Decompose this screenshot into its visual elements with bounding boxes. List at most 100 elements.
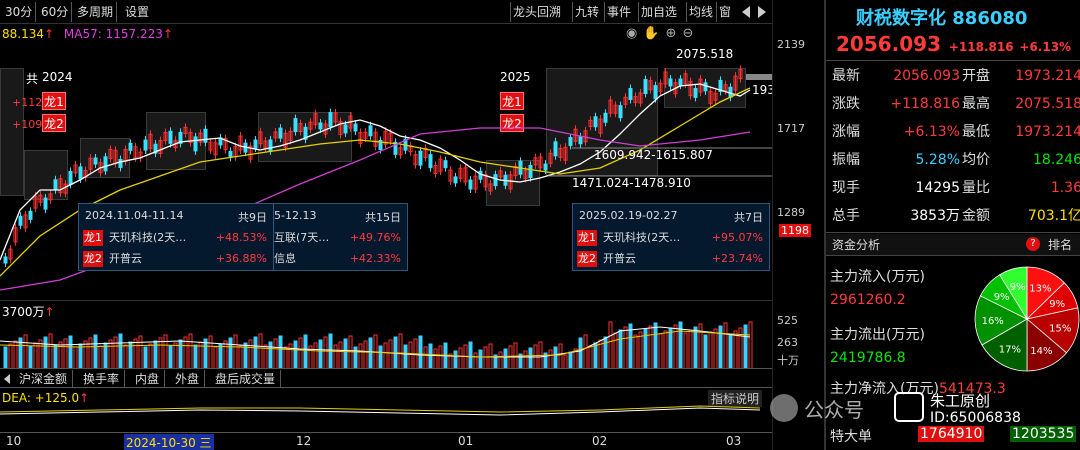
tab-outer-volume[interactable]: 外盘 bbox=[170, 370, 206, 388]
collapse-left-icon[interactable] bbox=[742, 6, 750, 18]
volume-bar bbox=[483, 346, 488, 369]
tab-30min[interactable]: 30分 bbox=[2, 2, 37, 22]
popup-stock-name: 信息 bbox=[274, 252, 296, 265]
volume-bar bbox=[553, 346, 558, 369]
volume-bar bbox=[398, 333, 403, 369]
volume-bar bbox=[8, 343, 13, 369]
macd-pane[interactable]: DEA: +125.0↑ 指标说明 bbox=[0, 388, 772, 432]
volume-bar bbox=[23, 334, 28, 369]
candle bbox=[278, 127, 283, 139]
volume-bar bbox=[718, 325, 723, 369]
quote-value: 5.28% bbox=[915, 152, 960, 168]
volume-bar bbox=[728, 333, 733, 369]
scroll-left-icon[interactable] bbox=[4, 374, 10, 384]
quote-label: 金额 bbox=[962, 208, 990, 224]
dragon-head-review-button[interactable]: 龙头回溯 bbox=[510, 2, 563, 22]
volume-bar bbox=[618, 329, 623, 369]
volume-bar bbox=[143, 346, 148, 369]
rank-tab[interactable]: 排名 bbox=[1048, 236, 1072, 253]
tab-multi-period[interactable]: 多周期 bbox=[74, 2, 118, 22]
candle bbox=[453, 176, 458, 184]
quote-value: 3853万 bbox=[910, 208, 960, 224]
volume-bar bbox=[133, 338, 138, 369]
volume-bar bbox=[703, 334, 708, 369]
zoom-in-icon[interactable]: ⊕ bbox=[666, 26, 683, 41]
volume-bar bbox=[323, 336, 328, 369]
volume-bar bbox=[383, 342, 388, 369]
window-button[interactable]: 窗 bbox=[716, 2, 733, 22]
candle bbox=[618, 105, 623, 119]
candle bbox=[368, 125, 373, 137]
quote-row: 总手 3853万 金额 703.1亿 bbox=[832, 204, 1080, 228]
leader-popup[interactable]: 2024.11.04-11.14 共9日 龙1 天玑科技(2天… +48.53% 龙2… bbox=[78, 203, 274, 271]
zoom-out-icon[interactable]: ⊖ bbox=[682, 26, 699, 41]
candle bbox=[428, 154, 433, 169]
volume-bar bbox=[43, 336, 48, 369]
nine-turn-button[interactable]: 九转 bbox=[572, 2, 601, 22]
moving-average-button[interactable]: 均线 bbox=[686, 2, 715, 22]
volume-bar bbox=[403, 344, 408, 369]
volume-bar bbox=[563, 354, 568, 369]
volume-bar bbox=[68, 335, 73, 369]
axis-tick: 2139 bbox=[777, 38, 805, 51]
volume-bar bbox=[83, 340, 88, 369]
candle bbox=[418, 150, 423, 166]
candle bbox=[193, 136, 198, 152]
hand-icon[interactable]: ✋ bbox=[643, 26, 665, 41]
quote-label: 涨幅 bbox=[832, 124, 860, 140]
candle bbox=[93, 157, 98, 165]
popup-stock-pct: +48.53% bbox=[215, 231, 267, 244]
x-label: 01 bbox=[458, 434, 474, 448]
volume-bar bbox=[498, 351, 503, 369]
volume-bar bbox=[228, 337, 233, 369]
volume-bar bbox=[223, 340, 228, 369]
volume-bar bbox=[268, 341, 273, 369]
tab-after-hours-volume[interactable]: 盘后成交量 bbox=[210, 370, 282, 388]
main-inflow-label: 主力流入(万元) bbox=[830, 269, 925, 285]
quote-value: 18.246 bbox=[1033, 152, 1080, 168]
quote-row: 涨跌 +118.816 最高 2075.518 bbox=[832, 92, 1080, 116]
main-inflow-value: 2961260.2 bbox=[830, 292, 906, 308]
tab-inner-volume[interactable]: 内盘 bbox=[130, 370, 166, 388]
ma57-value: 1157.223 bbox=[105, 27, 163, 41]
candle bbox=[593, 116, 598, 128]
leader-popup[interactable]: 2025.02.19-02.27 共7日 龙1 天玑科技(2天… +95.07% 龙2… bbox=[572, 203, 770, 271]
volume-bar bbox=[743, 324, 748, 369]
main-outflow-value: 2419786.8 bbox=[830, 350, 906, 366]
tab-turnover[interactable]: 换手率 bbox=[78, 370, 126, 388]
candle bbox=[553, 141, 558, 157]
tab-60min[interactable]: 60分 bbox=[38, 2, 73, 22]
quote-value: 2056.093 bbox=[893, 68, 960, 84]
collapse-right-icon[interactable] bbox=[758, 6, 766, 18]
eye-icon[interactable]: ◉ bbox=[626, 26, 643, 41]
volume-bar bbox=[638, 331, 643, 369]
range-label-2: 1471.024-1478.910 bbox=[572, 176, 691, 190]
pie-label: 15% bbox=[1049, 323, 1071, 334]
quote-value: 1973.214 bbox=[1015, 68, 1080, 84]
volume-pane[interactable]: 3700万↑ bbox=[0, 300, 772, 369]
event-button[interactable]: 事件 bbox=[604, 2, 633, 22]
volume-bar bbox=[103, 342, 108, 369]
stock-code: 886080 bbox=[952, 8, 1028, 29]
tab-settings[interactable]: 设置 bbox=[122, 2, 152, 22]
watermark-id: ID:65006838 bbox=[930, 410, 1021, 426]
candle bbox=[68, 171, 73, 186]
wechat-icon bbox=[770, 394, 798, 422]
axis-tick: 1717 bbox=[777, 122, 805, 135]
add-watchlist-button[interactable]: 加自选 bbox=[638, 2, 679, 22]
help-icon[interactable]: ? bbox=[1026, 237, 1040, 251]
popup-stock-name: 开普云 bbox=[109, 252, 142, 265]
candle bbox=[28, 210, 33, 220]
leader-popup[interactable]: 5-12.13 共15日 互联(7天… +49.76% 信息 +42.33% bbox=[274, 203, 408, 271]
volume-bar bbox=[408, 341, 413, 369]
candle bbox=[343, 124, 348, 134]
candle bbox=[293, 118, 298, 133]
candle bbox=[578, 136, 583, 145]
fund-pie-chart[interactable]: 13%9%15%14%17%16%9%9% bbox=[972, 264, 1080, 374]
chart-area[interactable]: 30分 60分 多周期 设置 龙头回溯 九转 事件 加自选 均线 窗 88.13… bbox=[0, 0, 772, 450]
quote-label: 最低 bbox=[962, 124, 990, 140]
volume-bar bbox=[353, 346, 358, 369]
tab-amount[interactable]: 沪深金额 bbox=[14, 370, 74, 388]
candle bbox=[628, 88, 633, 101]
x-label: 12 bbox=[296, 434, 312, 448]
